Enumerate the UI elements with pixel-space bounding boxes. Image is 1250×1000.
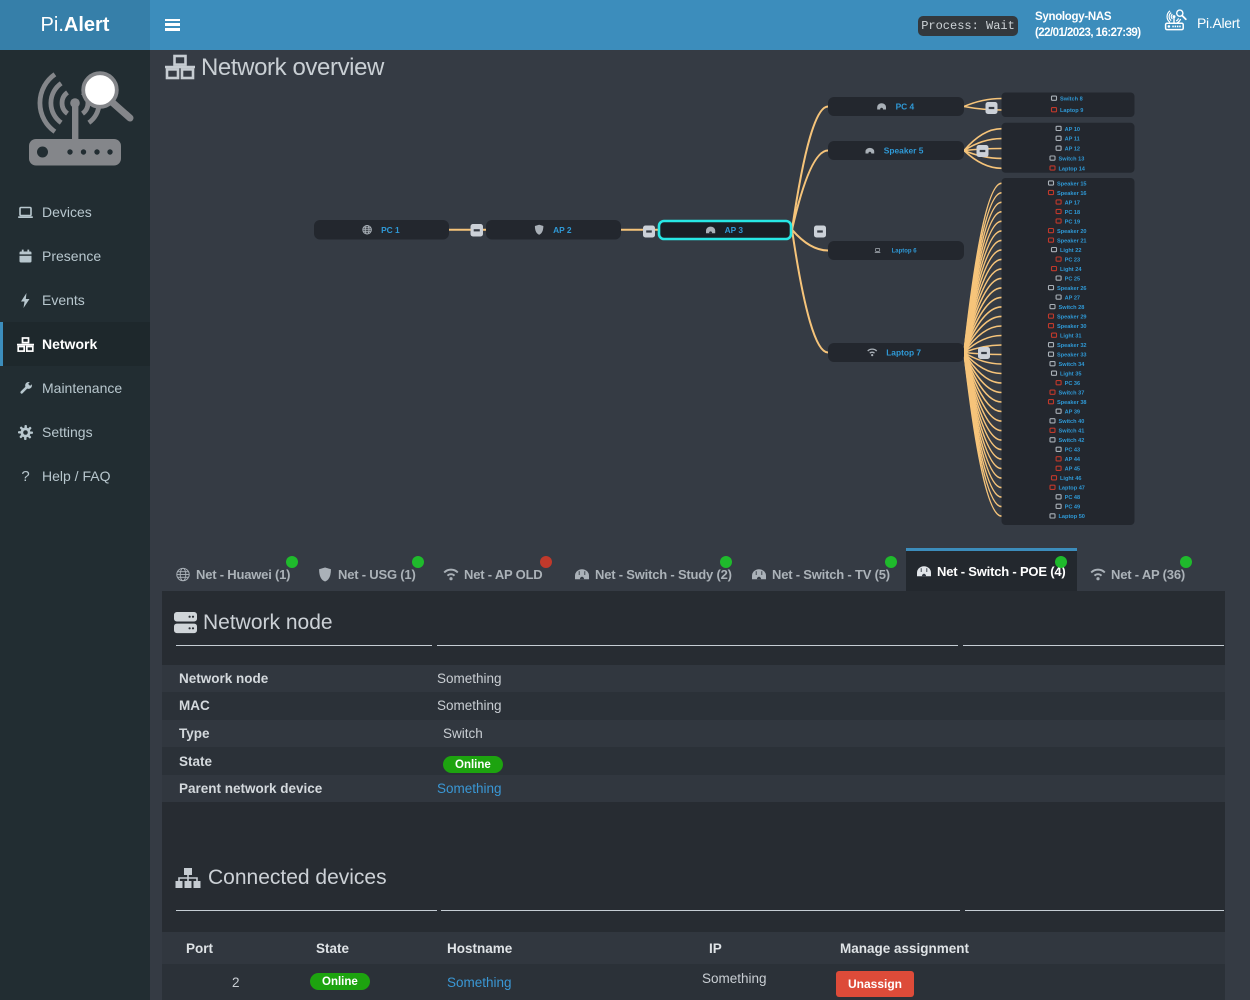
svg-text:Switch 34: Switch 34 bbox=[1059, 362, 1086, 368]
svg-text:Laptop 9: Laptop 9 bbox=[1060, 108, 1083, 114]
svg-text:Speaker 30: Speaker 30 bbox=[1057, 324, 1087, 330]
svg-text:PC 25: PC 25 bbox=[1065, 277, 1081, 283]
svg-text:PC 36: PC 36 bbox=[1065, 381, 1081, 387]
svg-text:Speaker 32: Speaker 32 bbox=[1057, 343, 1087, 349]
svg-text:AP 12: AP 12 bbox=[1065, 147, 1080, 153]
svg-text:Speaker 16: Speaker 16 bbox=[1057, 191, 1087, 197]
svg-text:Switch 41: Switch 41 bbox=[1059, 429, 1085, 435]
svg-text:Switch 13: Switch 13 bbox=[1059, 157, 1085, 163]
svg-text:Speaker 29: Speaker 29 bbox=[1057, 315, 1087, 321]
svg-text:Laptop 50: Laptop 50 bbox=[1059, 514, 1085, 520]
svg-text:Laptop 47: Laptop 47 bbox=[1059, 486, 1085, 492]
svg-text:Laptop 7: Laptop 7 bbox=[886, 348, 921, 358]
svg-text:AP 17: AP 17 bbox=[1065, 200, 1080, 206]
svg-text:PC 49: PC 49 bbox=[1065, 505, 1081, 511]
svg-text:Switch 8: Switch 8 bbox=[1060, 97, 1083, 103]
svg-text:Speaker 26: Speaker 26 bbox=[1057, 286, 1087, 292]
svg-text:Speaker 15: Speaker 15 bbox=[1057, 181, 1087, 187]
svg-text:Laptop 14: Laptop 14 bbox=[1059, 166, 1086, 172]
svg-text:Switch 37: Switch 37 bbox=[1059, 391, 1085, 397]
svg-text:Speaker 20: Speaker 20 bbox=[1057, 229, 1087, 235]
svg-text:PC 1: PC 1 bbox=[381, 225, 400, 235]
svg-text:PC 4: PC 4 bbox=[896, 102, 915, 112]
svg-text:AP 44: AP 44 bbox=[1065, 457, 1081, 463]
svg-text:AP 11: AP 11 bbox=[1065, 137, 1080, 143]
svg-text:PC 18: PC 18 bbox=[1065, 210, 1081, 216]
svg-text:Speaker 5: Speaker 5 bbox=[884, 146, 924, 156]
svg-text:Light 46: Light 46 bbox=[1060, 476, 1081, 482]
svg-text:Switch 28: Switch 28 bbox=[1059, 305, 1085, 311]
svg-text:Switch 42: Switch 42 bbox=[1059, 438, 1085, 444]
svg-text:PC 23: PC 23 bbox=[1065, 258, 1081, 264]
svg-text:Laptop 6: Laptop 6 bbox=[892, 249, 918, 255]
svg-text:AP 39: AP 39 bbox=[1065, 410, 1080, 416]
svg-text:AP 10: AP 10 bbox=[1065, 127, 1080, 133]
svg-text:Speaker 21: Speaker 21 bbox=[1057, 239, 1087, 245]
svg-text:Speaker 38: Speaker 38 bbox=[1057, 400, 1087, 406]
svg-text:Light 22: Light 22 bbox=[1060, 248, 1081, 254]
svg-text:AP 3: AP 3 bbox=[725, 225, 744, 235]
svg-text:Switch 40: Switch 40 bbox=[1059, 419, 1085, 425]
svg-text:PC 43: PC 43 bbox=[1065, 448, 1081, 454]
svg-text:Light 31: Light 31 bbox=[1060, 334, 1081, 340]
svg-text:PC 19: PC 19 bbox=[1065, 219, 1081, 225]
svg-text:AP 2: AP 2 bbox=[553, 225, 572, 235]
svg-text:AP 45: AP 45 bbox=[1065, 467, 1080, 473]
svg-text:Speaker 33: Speaker 33 bbox=[1057, 353, 1087, 359]
svg-text:PC 48: PC 48 bbox=[1065, 495, 1081, 501]
svg-text:Light 35: Light 35 bbox=[1060, 372, 1081, 378]
svg-text:Light 24: Light 24 bbox=[1060, 267, 1082, 273]
svg-text:AP 27: AP 27 bbox=[1065, 296, 1080, 302]
